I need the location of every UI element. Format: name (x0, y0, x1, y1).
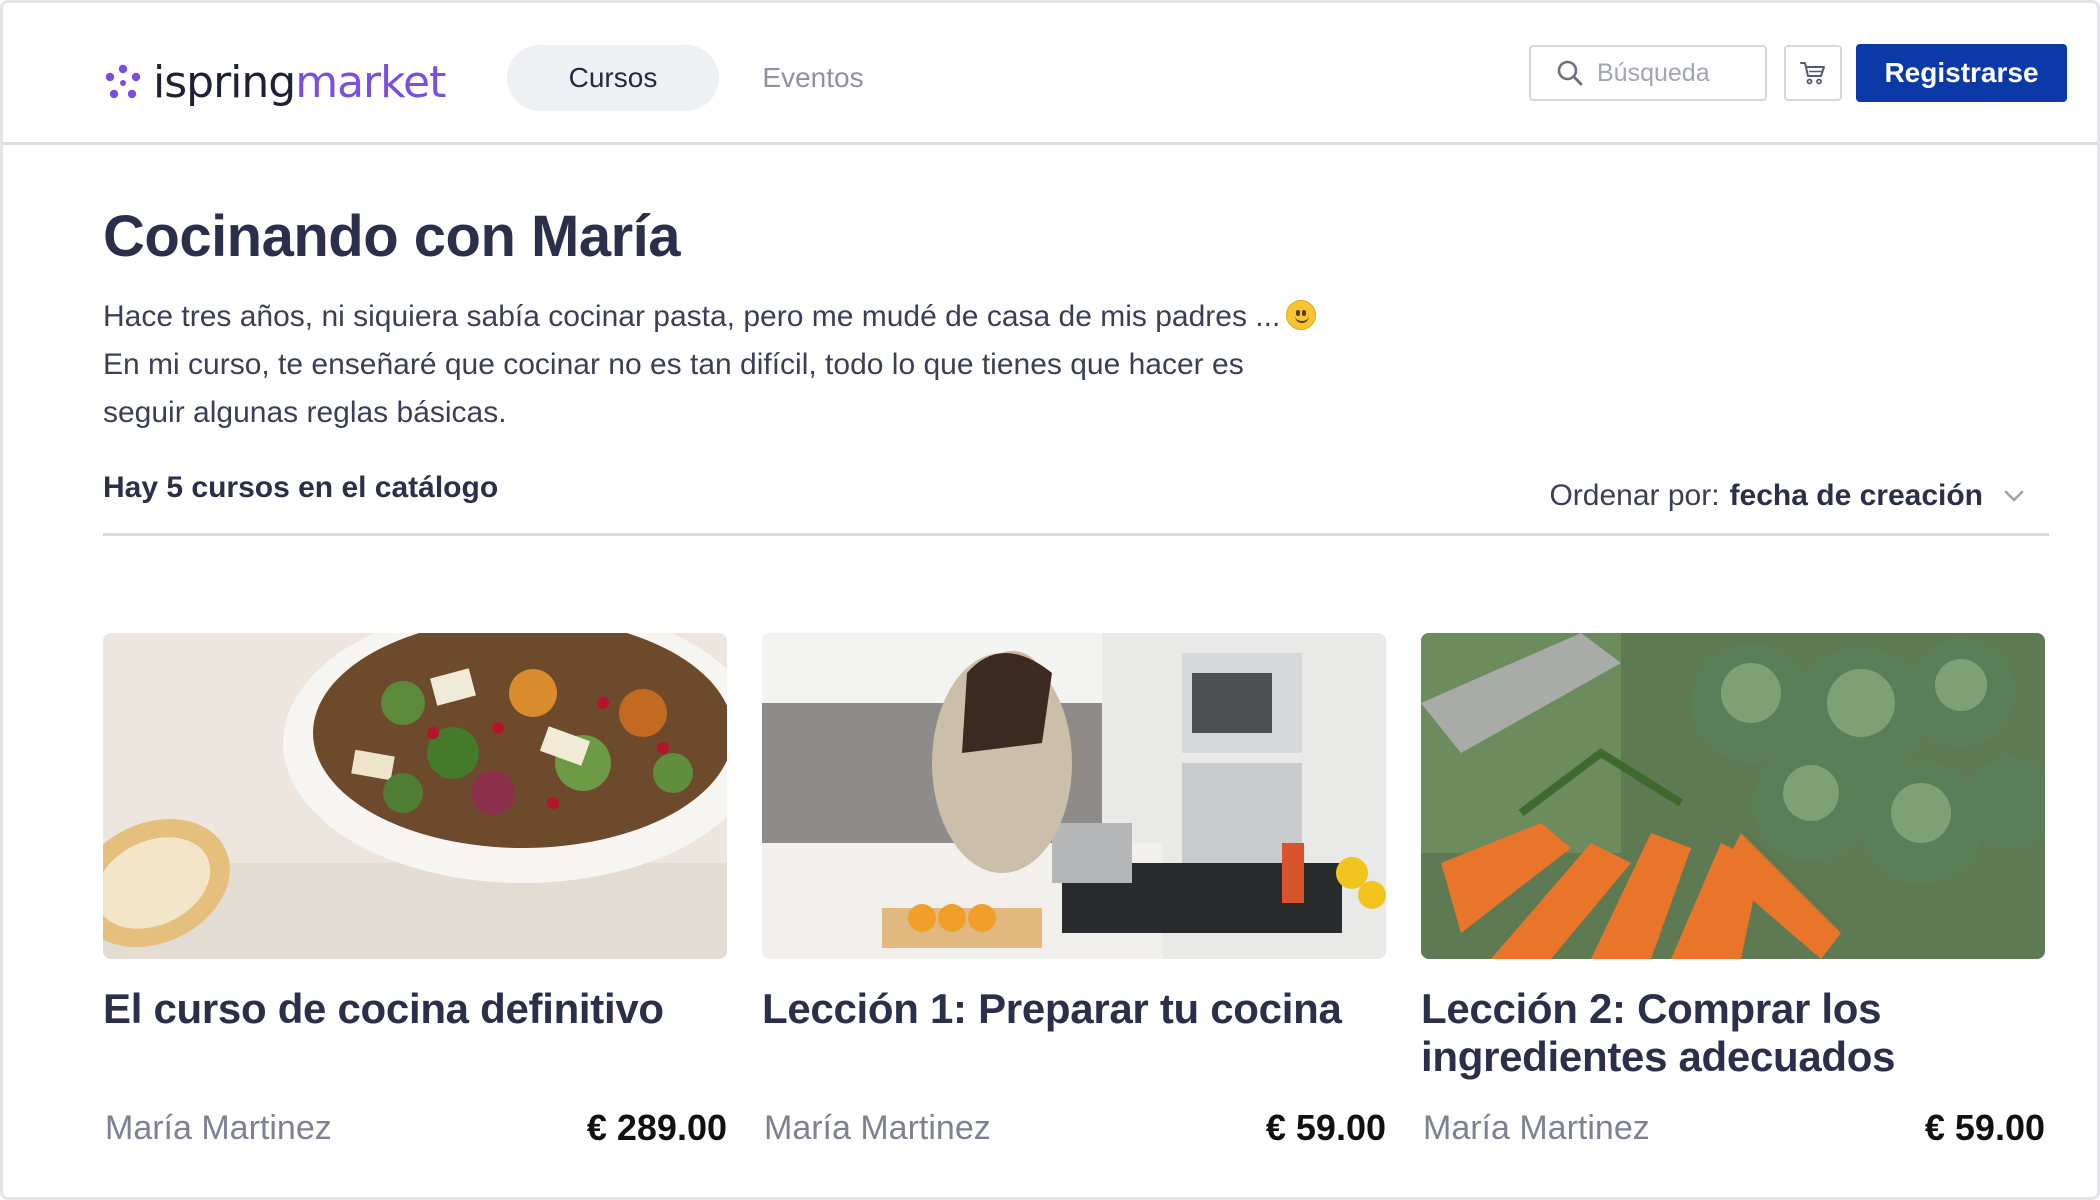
course-author: María Martinez (1423, 1109, 1650, 1147)
course-card[interactable]: Lección 2: Comprar los ingredientes adec… (1421, 633, 2045, 1148)
course-title[interactable]: El curso de cocina definitivo (103, 985, 727, 1033)
description-line-1: Hace tres años, ni siquiera sabía cocina… (103, 300, 1281, 333)
sort-label: Ordenar por: (1549, 479, 1720, 512)
vegetables-photo[interactable] (1421, 633, 2045, 959)
course-card[interactable]: Lección 1: Preparar tu cocina María Mart… (762, 633, 1386, 1148)
search-icon (1557, 60, 1583, 86)
kitchen-photo[interactable] (762, 633, 1386, 959)
app-window: ispringmarket Cursos Eventos Búsqueda Re… (0, 0, 2100, 1200)
search-placeholder: Búsqueda (1597, 58, 1710, 87)
course-title[interactable]: Lección 2: Comprar los ingredientes adec… (1421, 985, 2045, 1081)
description-line-3: seguir algunas reglas básicas. (103, 396, 507, 429)
signup-button[interactable]: Registrarse (1856, 44, 2067, 102)
catalog-description: Hace tres años, ni siquiera sabía cocina… (103, 293, 1403, 437)
search-input[interactable]: Búsqueda (1529, 45, 1767, 101)
header: ispringmarket Cursos Eventos Búsqueda Re… (3, 3, 2097, 145)
course-card[interactable]: El curso de cocina definitivo María Mart… (103, 633, 727, 1148)
course-title[interactable]: Lección 1: Preparar tu cocina (762, 985, 1386, 1033)
cart-button[interactable] (1784, 45, 1842, 101)
course-price: € 59.00 (1924, 1107, 2045, 1148)
tab-cursos[interactable]: Cursos (507, 45, 719, 111)
course-price: € 289.00 (586, 1107, 727, 1148)
sort-value: fecha de creación (1729, 479, 1983, 512)
logo-icon (105, 64, 141, 99)
salad-photo[interactable] (103, 633, 727, 959)
catalog-count: Hay 5 cursos en el catálogo (103, 471, 499, 504)
divider (103, 533, 2049, 536)
smiley-icon (1286, 300, 1317, 330)
description-line-2: En mi curso, te enseñaré que cocinar no … (103, 348, 1244, 381)
logo-text-ispring: ispring (153, 57, 296, 108)
logo-text-market: market (295, 57, 446, 108)
course-author: María Martinez (764, 1109, 991, 1147)
course-author: María Martinez (105, 1109, 332, 1147)
tab-eventos[interactable]: Eventos (743, 45, 883, 111)
chevron-down-icon (2004, 490, 2024, 502)
logo[interactable]: ispringmarket (103, 55, 446, 111)
sort-dropdown[interactable]: Ordenar por: fecha de creación (1549, 479, 2027, 513)
course-price: € 59.00 (1265, 1107, 1386, 1148)
cart-icon (1800, 62, 1825, 85)
page-title: Cocinando con María (103, 204, 681, 269)
